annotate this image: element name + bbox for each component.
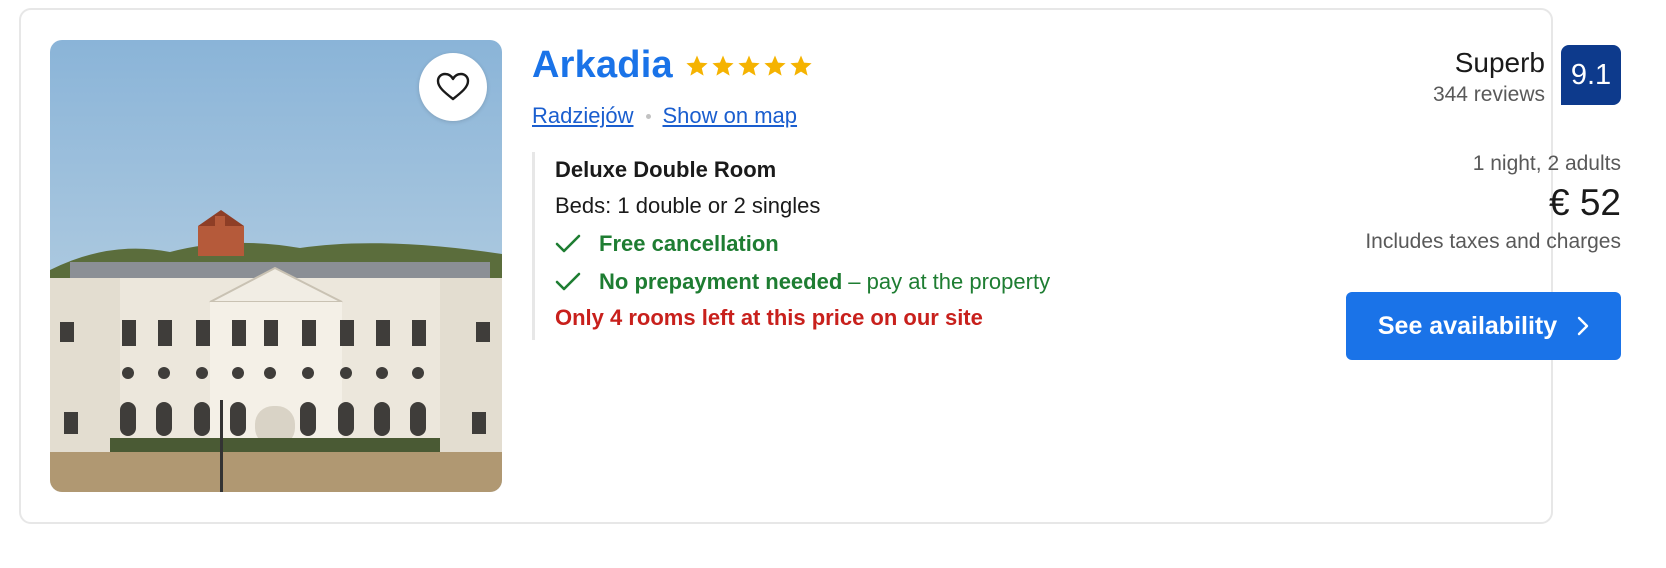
perk-free-cancellation: Free cancellation <box>555 231 1050 257</box>
price-value: € 52 <box>1548 182 1621 223</box>
location-row: Radziejów Show on map <box>532 103 797 129</box>
room-name: Deluxe Double Room <box>555 157 777 182</box>
perk-label: No prepayment needed <box>599 269 843 294</box>
room-info: Deluxe Double Room Beds: 1 double or 2 s… <box>532 152 1050 340</box>
see-availability-label: See availability <box>1377 311 1558 340</box>
chevron-right-icon <box>1577 316 1589 336</box>
title-row: Arkadia <box>532 44 813 87</box>
hotel-name-link[interactable]: Arkadia <box>532 44 673 87</box>
scarcity-message: Only 4 rooms left at this price on our s… <box>555 305 983 330</box>
checkmark-icon <box>555 272 581 291</box>
star-icon <box>790 55 812 76</box>
star-icon <box>738 55 760 76</box>
bed-info: Beds: 1 double or 2 singles <box>555 193 821 218</box>
star-icon <box>712 55 734 76</box>
perk-label: Free cancellation <box>599 231 779 256</box>
review-text: Superb 344 reviews <box>1433 45 1545 107</box>
checkmark-icon <box>555 234 581 253</box>
perk-no-prepayment: No prepayment needed – pay at the proper… <box>555 269 1050 295</box>
review-score[interactable]: Superb 344 reviews 9.1 <box>1433 45 1621 107</box>
star-icon <box>686 55 708 76</box>
separator-dot <box>645 113 651 119</box>
star-rating <box>685 54 813 78</box>
heart-outline-icon <box>436 72 470 101</box>
rating-word: Superb <box>1454 47 1545 78</box>
perk-suffix: – pay at the property <box>848 269 1051 294</box>
price-block: 1 night, 2 adults € 52 Includes taxes an… <box>1365 152 1621 254</box>
see-availability-button[interactable]: See availability <box>1346 292 1621 360</box>
review-count: 344 reviews <box>1432 83 1545 106</box>
taxes-note: Includes taxes and charges <box>1365 230 1621 253</box>
location-link[interactable]: Radziejów <box>532 103 634 129</box>
stay-details: 1 night, 2 adults <box>1472 152 1621 175</box>
score-badge: 9.1 <box>1561 45 1621 105</box>
show-on-map-link[interactable]: Show on map <box>663 103 798 129</box>
favorite-button[interactable] <box>419 53 487 121</box>
star-icon <box>764 55 786 76</box>
